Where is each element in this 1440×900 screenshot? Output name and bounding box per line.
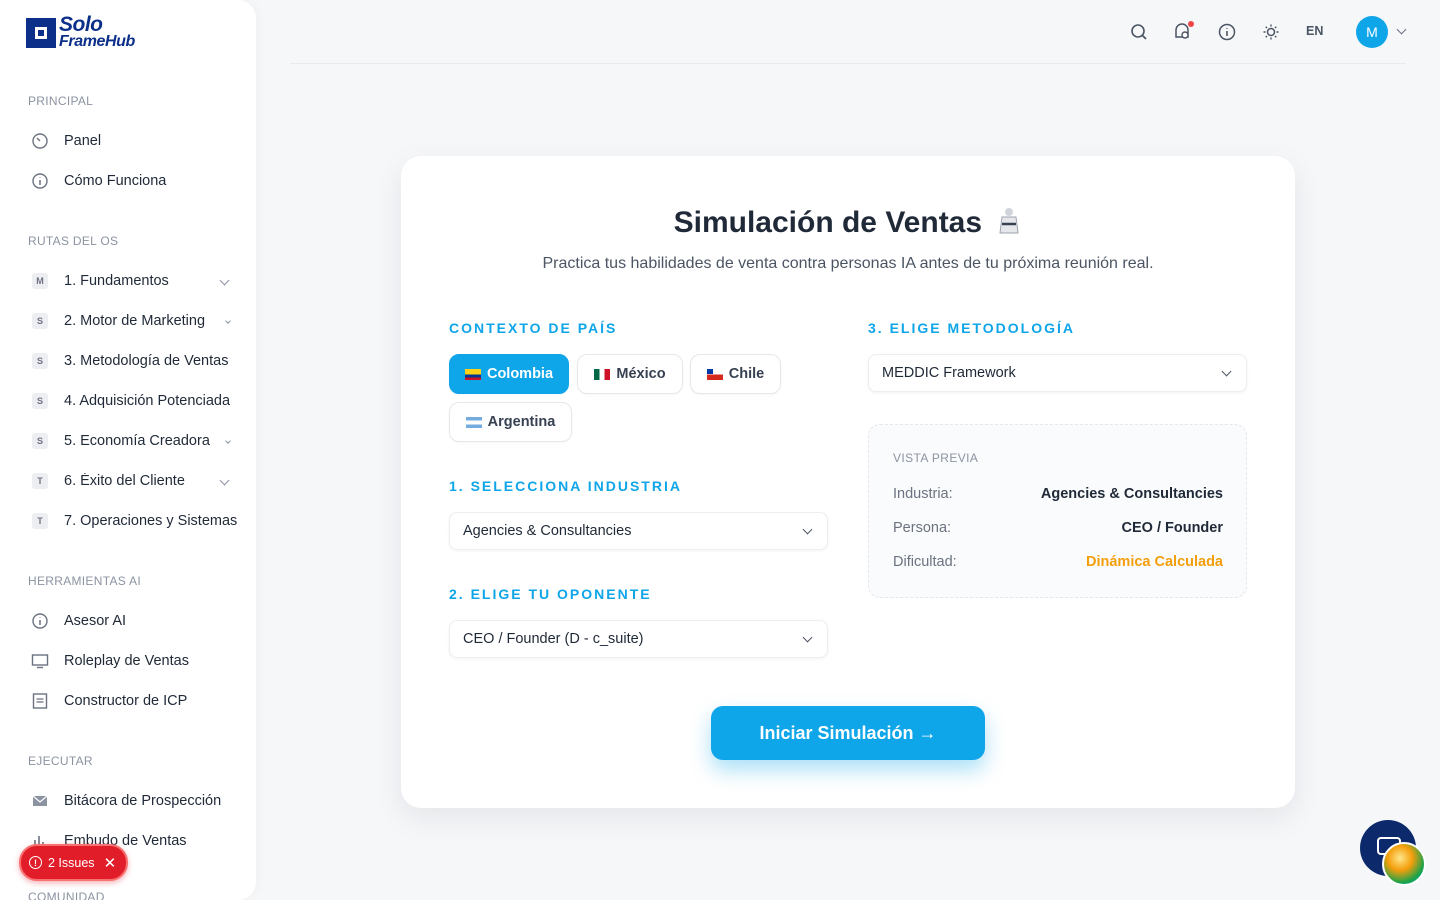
document-icon	[28, 689, 52, 713]
sidebar-item-constructor-icp[interactable]: Constructor de ICP	[28, 687, 238, 715]
track-badge: S	[32, 433, 48, 449]
sidebar-item-motor-marketing[interactable]: S 2. Motor de Marketing	[28, 307, 238, 335]
section-title-principal: PRINCIPAL	[28, 94, 94, 108]
opponent-label: 2. ELIGE TU OPONENTE	[449, 586, 652, 602]
preview-heading: VISTA PREVIA	[893, 451, 979, 465]
preview-row-industry: Industria: Agencies & Consultancies	[893, 486, 1223, 502]
alert-icon: !	[29, 856, 42, 869]
sidebar-item-roleplay[interactable]: Roleplay de Ventas	[28, 647, 238, 675]
brand-line1: Solo	[59, 13, 103, 36]
chevron-down-icon	[1221, 366, 1232, 377]
track-badge: T	[32, 473, 48, 489]
monitor-icon	[28, 649, 52, 673]
track-badge: S	[32, 393, 48, 409]
brand-line2: FrameHub	[59, 33, 135, 50]
section-title-ejecutar: EJECUTAR	[28, 754, 93, 768]
page-subtitle: Practica tus habilidades de venta contra…	[542, 255, 1154, 272]
track-badge: T	[32, 513, 48, 529]
chevron-down-icon	[802, 632, 813, 643]
gauge-icon	[28, 129, 52, 153]
section-title-herramientas: HERRAMIENTAS AI	[28, 574, 141, 588]
info-icon	[28, 169, 52, 193]
assistant-avatar[interactable]	[1382, 842, 1426, 886]
logo-mark-icon	[26, 18, 56, 48]
preview-panel: VISTA PREVIA Industria: Agencies & Consu…	[868, 424, 1247, 598]
theme-sun-icon[interactable]	[1259, 20, 1283, 44]
mail-icon	[28, 789, 52, 813]
chevron-down-icon	[802, 524, 813, 535]
country-chile-button[interactable]: Chile	[690, 354, 781, 394]
chile-flag-icon	[706, 368, 723, 380]
section-title-comunidad: COMUNIDAD	[28, 890, 105, 900]
sidebar-item-operaciones[interactable]: T 7. Operaciones y Sistemas	[28, 507, 238, 535]
argentina-flag-icon	[465, 416, 482, 428]
sidebar-item-adquisicion[interactable]: S 4. Adquisición Potenciada	[28, 387, 238, 415]
methodology-label: 3. ELIGE METODOLOGÍA	[868, 320, 1075, 336]
preview-row-persona: Persona: CEO / Founder	[893, 520, 1223, 536]
chevron-down-icon[interactable]	[1396, 24, 1407, 35]
avatar[interactable]: M	[1356, 16, 1388, 48]
sidebar-item-fundamentos[interactable]: M 1. Fundamentos	[28, 267, 238, 295]
mexico-flag-icon	[594, 368, 611, 380]
header-divider	[290, 63, 1406, 64]
preview-row-difficulty: Dificultad: Dinámica Calculada	[893, 554, 1223, 570]
methodology-select[interactable]: MEDDIC Framework	[868, 354, 1247, 392]
sidebar-item-asesor-ai[interactable]: Asesor AI	[28, 607, 238, 635]
track-badge: M	[32, 273, 48, 289]
sidebar-item-panel[interactable]: Panel	[28, 127, 238, 155]
country-argentina-button[interactable]: Argentina	[449, 402, 572, 442]
section-title-rutas: RUTAS DEL OS	[28, 234, 119, 248]
country-context-label: CONTEXTO DE PAÍS	[449, 320, 618, 336]
opponent-select[interactable]: CEO / Founder (D - c_suite)	[449, 620, 828, 658]
simulation-card: Simulación de Ventas Practica tus habili…	[401, 156, 1295, 808]
search-icon[interactable]	[1127, 20, 1151, 44]
info-icon	[28, 609, 52, 633]
brand-logo[interactable]: Solo FrameHub	[26, 13, 135, 50]
page-title: Simulación de Ventas	[401, 206, 1295, 240]
sidebar-item-economia-creadora[interactable]: S 5. Economía Creadora	[28, 427, 238, 455]
industry-select[interactable]: Agencies & Consultancies	[449, 512, 828, 550]
sidebar-item-bitacora[interactable]: Bitácora de Prospección	[28, 787, 238, 815]
sidebar-item-metodologia-ventas[interactable]: S 3. Metodología de Ventas	[28, 347, 238, 375]
info-icon[interactable]	[1215, 20, 1239, 44]
track-badge: S	[32, 353, 48, 369]
country-mexico-button[interactable]: México	[577, 354, 683, 394]
sidebar-item-exito-cliente[interactable]: T 6. Éxito del Cliente	[28, 467, 238, 495]
sidebar: Solo FrameHub PRINCIPAL Panel Cómo Funci…	[0, 0, 256, 900]
sidebar-item-como-funciona[interactable]: Cómo Funciona	[28, 167, 238, 195]
karate-gi-icon	[999, 208, 1019, 234]
language-switch[interactable]: EN	[1306, 24, 1323, 38]
issues-badge[interactable]: ! 2 Issues ✕	[19, 844, 128, 881]
start-simulation-button[interactable]: Iniciar Simulación →	[711, 706, 985, 760]
colombia-flag-icon	[464, 368, 481, 380]
close-icon[interactable]: ✕	[104, 854, 117, 872]
issues-label: 2 Issues	[48, 855, 95, 870]
country-colombia-button[interactable]: Colombia	[449, 354, 569, 394]
notifications-icon[interactable]	[1171, 20, 1195, 44]
track-badge: S	[32, 313, 48, 329]
industry-label: 1. SELECCIONA INDUSTRIA	[449, 478, 682, 494]
